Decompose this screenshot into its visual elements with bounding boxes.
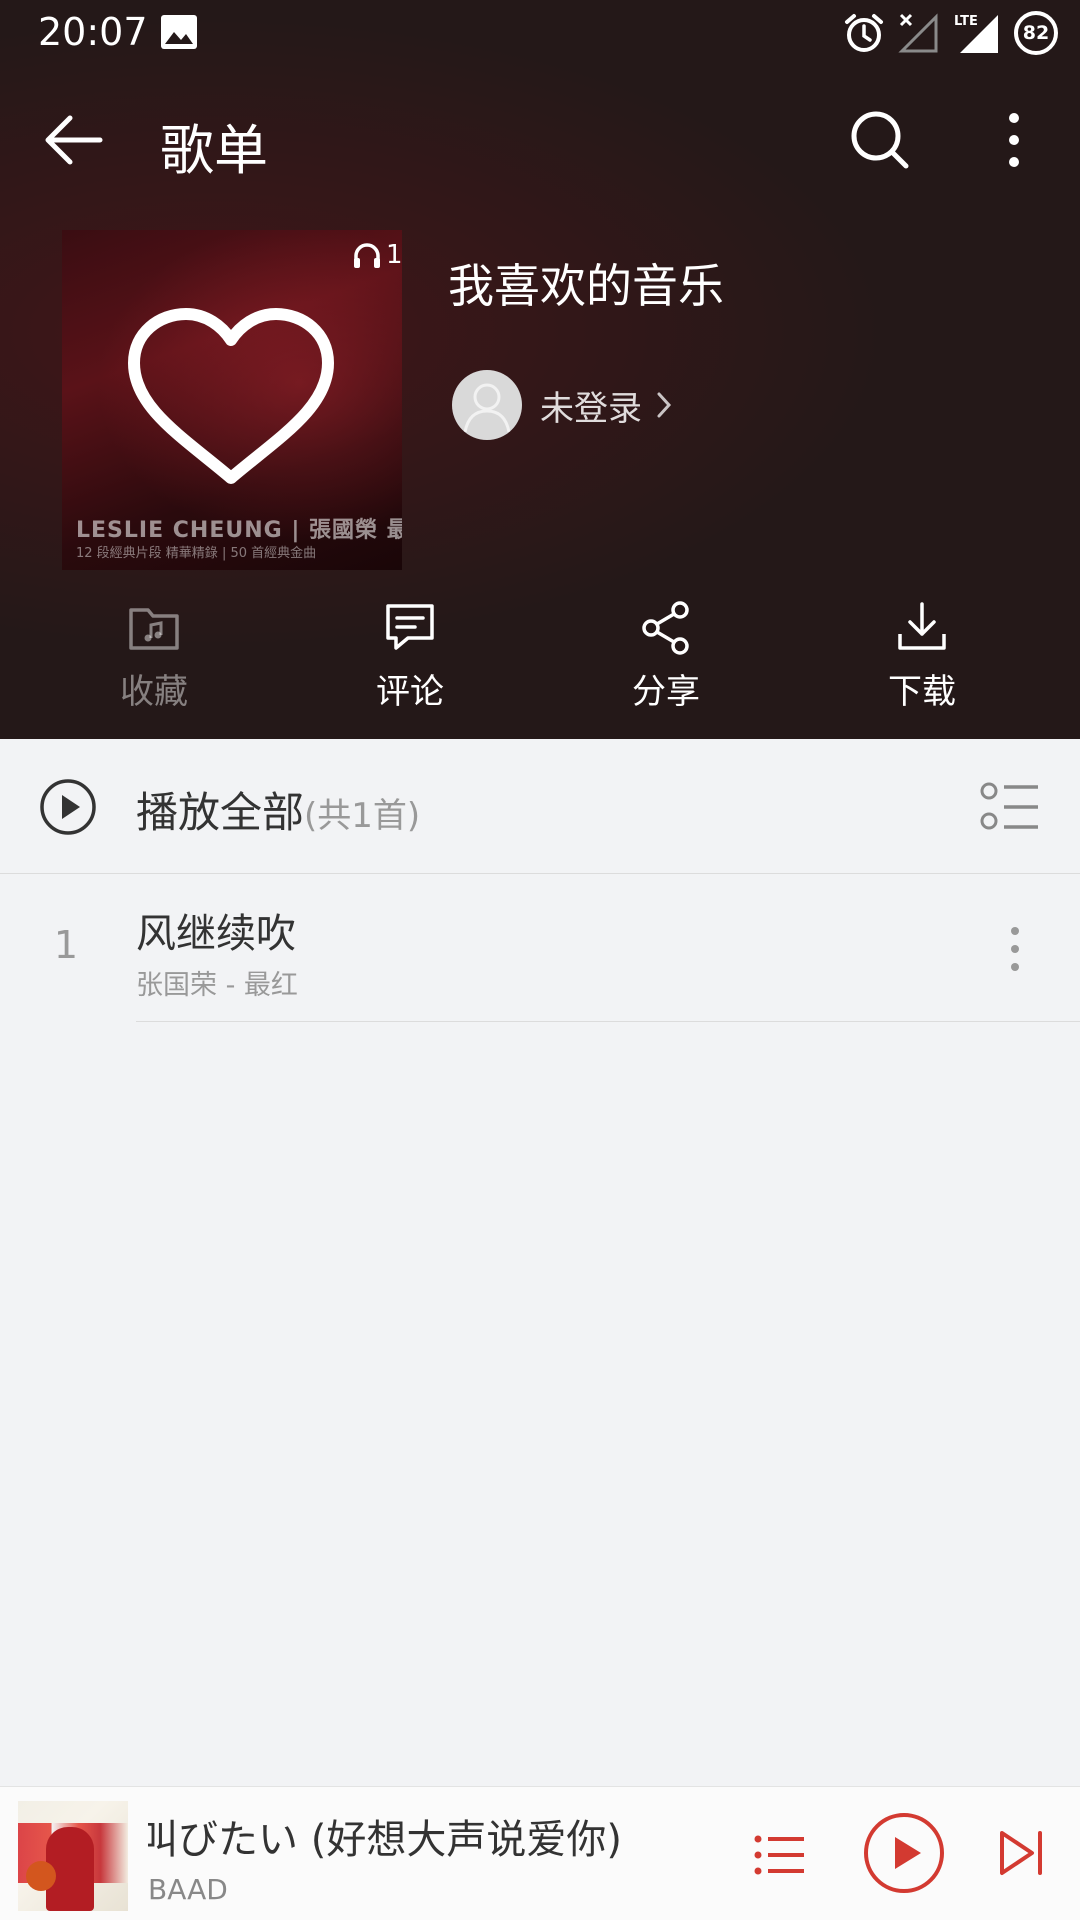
song-count: (共1首) — [304, 796, 421, 836]
top-app-bar: 歌单 — [0, 90, 1080, 190]
play-button-icon[interactable] — [862, 1811, 946, 1895]
creator-link[interactable]: 未登录 — [452, 370, 672, 440]
song-title: 风继续吹 — [136, 911, 296, 957]
now-playing-title: 叫びたい (好想大声说爱你) — [148, 1817, 622, 1863]
collect-button[interactable]: 收藏 — [26, 600, 282, 720]
collect-label: 收藏 — [120, 672, 188, 712]
chevron-right-icon — [657, 392, 672, 418]
comment-label: 评论 — [376, 672, 444, 712]
play-count-value: 1 — [386, 240, 403, 270]
now-playing-title-wrap: 叫びたい (好想大声说爱你) — [148, 1807, 748, 1863]
avatar — [452, 370, 522, 440]
play-count: 1 — [352, 238, 403, 272]
song-row[interactable]: 1 风继续吹 张国荣 - 最红 — [0, 875, 1080, 1022]
comment-icon — [386, 604, 434, 650]
gallery-icon — [161, 15, 197, 49]
battery-level: 82 — [1022, 22, 1050, 44]
lte-signal-icon: LTE — [954, 14, 998, 53]
comment-button[interactable]: 评论 — [282, 600, 538, 720]
song-index: 1 — [53, 923, 79, 967]
song-subtitle: 张国荣 - 最红 — [136, 970, 298, 1001]
download-icon — [898, 602, 946, 650]
play-all-bar[interactable]: 播放全部(共1首) — [0, 739, 1080, 874]
status-time: 20:07 — [38, 10, 148, 54]
cover-subcaption: 12 段經典片段 精華精錄 | 50 首經典金曲 — [76, 546, 317, 561]
back-arrow-icon[interactable] — [40, 110, 110, 170]
download-button[interactable]: 下载 — [794, 600, 1050, 720]
share-label: 分享 — [632, 672, 700, 712]
playlist-header: 20:07 LTE 82 歌单 LESLIE CHEUNG | 張國榮 最紅 1… — [0, 0, 1080, 739]
play-all-label: 播放全部(共1首) — [136, 779, 420, 840]
alarm-icon — [845, 14, 883, 52]
playlist-name: 我喜欢的音乐 — [448, 259, 724, 313]
playlist-actions: 收藏 评论 分享 下载 — [0, 600, 1080, 720]
more-vertical-icon[interactable] — [1000, 923, 1030, 975]
folder-music-icon — [129, 608, 179, 650]
headphones-icon — [354, 243, 380, 268]
divider — [136, 1021, 1080, 1022]
playlist-cover[interactable]: LESLIE CHEUNG | 張國榮 最紅 12 段經典片段 精華精錄 | 5… — [62, 230, 402, 570]
share-button[interactable]: 分享 — [538, 600, 794, 720]
no-signal-icon — [898, 13, 938, 53]
battery-icon: 82 — [1014, 11, 1058, 55]
network-label: LTE — [954, 14, 978, 29]
search-icon[interactable] — [848, 108, 912, 172]
multi-select-icon[interactable] — [980, 781, 1040, 833]
share-icon — [642, 601, 689, 655]
now-playing-artist: BAAD — [148, 1873, 228, 1906]
creator-name: 未登录 — [540, 388, 642, 429]
cover-caption: LESLIE CHEUNG | 張國榮 最紅 — [76, 518, 402, 543]
heart-icon — [128, 308, 334, 484]
status-icons: LTE 82 — [842, 10, 1058, 56]
playlist-icon[interactable] — [752, 1827, 808, 1883]
next-track-icon[interactable] — [996, 1827, 1048, 1879]
play-all-text: 播放全部 — [136, 788, 305, 837]
now-playing-cover[interactable] — [18, 1801, 128, 1911]
play-circle-icon — [40, 779, 96, 835]
cover-art-ball — [26, 1861, 56, 1891]
user-icon — [463, 383, 511, 433]
mini-player[interactable]: 叫びたい (好想大声说爱你) BAAD — [0, 1786, 1080, 1920]
page-title: 歌单 — [160, 119, 268, 182]
download-label: 下载 — [888, 672, 956, 712]
status-bar: 20:07 LTE 82 — [0, 0, 1080, 66]
more-vertical-icon[interactable] — [990, 108, 1038, 172]
